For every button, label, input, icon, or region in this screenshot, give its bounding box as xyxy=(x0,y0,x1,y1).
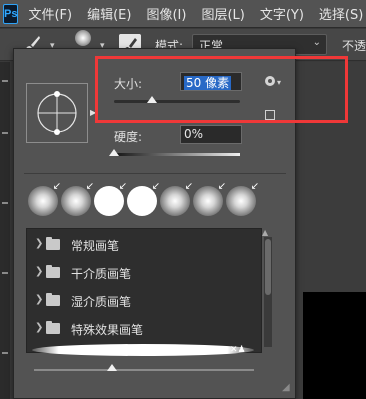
resize-grip-icon[interactable]: ◢ xyxy=(282,382,290,393)
brush-angle-icon xyxy=(37,91,77,135)
chevron-down-icon: ⌄ xyxy=(312,37,321,48)
recent-brush-3[interactable]: ↙ xyxy=(93,182,127,219)
thumbnail-size-slider-thumb[interactable] xyxy=(107,364,117,371)
scrollbar[interactable] xyxy=(264,237,272,347)
user-icon: ✕♟ xyxy=(230,345,246,355)
chevron-right-icon[interactable]: ❯ xyxy=(35,238,43,249)
menu-image[interactable]: 图像(I) xyxy=(146,4,186,23)
recent-brushes: ↙ ↙ ↙ ↙ ↙ ↙ ↙ xyxy=(27,181,259,223)
recent-brush-2[interactable]: ↙ xyxy=(60,182,94,219)
tool-marker xyxy=(2,202,8,204)
menu-layer[interactable]: 图层(L) xyxy=(201,4,244,23)
photoshop-logo[interactable]: Ps xyxy=(3,3,19,24)
folder-icon xyxy=(46,293,60,306)
menu-bar: Ps 文件(F) 编辑(E) 图像(I) 图层(L) 文字(Y) 选择(S) xyxy=(0,0,366,28)
chevron-right-icon[interactable]: ❯ xyxy=(35,322,43,333)
folder-label: 干介质画笔 xyxy=(71,267,132,281)
folder-item-wet-media[interactable]: ❯ 湿介质画笔 xyxy=(27,289,263,313)
tool-marker xyxy=(2,352,8,354)
highlight-box xyxy=(95,56,348,123)
chevron-right-icon[interactable]: ❯ xyxy=(35,294,43,305)
folder-label: 特殊效果画笔 xyxy=(71,323,144,337)
tool-marker xyxy=(2,272,8,274)
chevron-right-icon[interactable]: ❯ xyxy=(35,266,43,277)
folder-icon xyxy=(46,321,60,334)
menu-type[interactable]: 文字(Y) xyxy=(260,4,304,23)
folder-label: 常规画笔 xyxy=(71,239,120,253)
pressure-icon: ↙ xyxy=(250,181,259,192)
folder-icon xyxy=(46,237,60,250)
hardness-slider-thumb[interactable] xyxy=(109,149,119,156)
opacity-label: 不透 xyxy=(342,39,366,53)
canvas-document[interactable] xyxy=(303,292,366,399)
recent-brush-1[interactable]: ↙ xyxy=(27,182,61,219)
scrollbar-thumb[interactable] xyxy=(265,239,271,295)
folder-item-dry-media[interactable]: ❯ 干介质画笔 xyxy=(27,261,263,285)
hardness-value: 0% xyxy=(184,127,204,141)
brush-angle-preview[interactable] xyxy=(26,83,88,143)
menu-file[interactable]: 文件(F) xyxy=(28,4,72,23)
folder-item-general[interactable]: ❯ 常规画笔 xyxy=(27,233,263,257)
hardness-slider[interactable] xyxy=(109,149,240,156)
hardness-input[interactable]: 0% xyxy=(180,125,242,144)
brush-stroke-preview xyxy=(32,344,254,356)
scroll-up-icon[interactable]: ▲ xyxy=(262,228,268,237)
folder-item-special-effects[interactable]: ❯ 特殊效果画笔 xyxy=(27,317,263,341)
recent-brush-6[interactable]: ↙ xyxy=(192,182,226,219)
recent-brush-7[interactable]: ↙ xyxy=(225,181,259,219)
hardness-label: 硬度: xyxy=(114,130,143,144)
brush-folder-list: ❯ 常规画笔 ❯ 干介质画笔 ❯ 湿介质画笔 ❯ 特殊效果画笔 xyxy=(26,228,262,353)
tool-marker xyxy=(2,132,8,134)
recent-brush-4[interactable]: ↙ xyxy=(126,182,160,219)
folder-icon xyxy=(46,265,60,278)
tool-marker xyxy=(2,80,8,82)
menu-select[interactable]: 选择(S) xyxy=(319,4,363,23)
menu-edit[interactable]: 编辑(E) xyxy=(87,4,131,23)
tool-strip xyxy=(0,62,10,399)
divider xyxy=(24,173,286,174)
recent-brush-5[interactable]: ↙ xyxy=(159,182,193,219)
brush-tip-icon xyxy=(75,30,91,46)
folder-label: 湿介质画笔 xyxy=(71,295,132,309)
thumbnail-size-slider[interactable] xyxy=(34,364,254,371)
